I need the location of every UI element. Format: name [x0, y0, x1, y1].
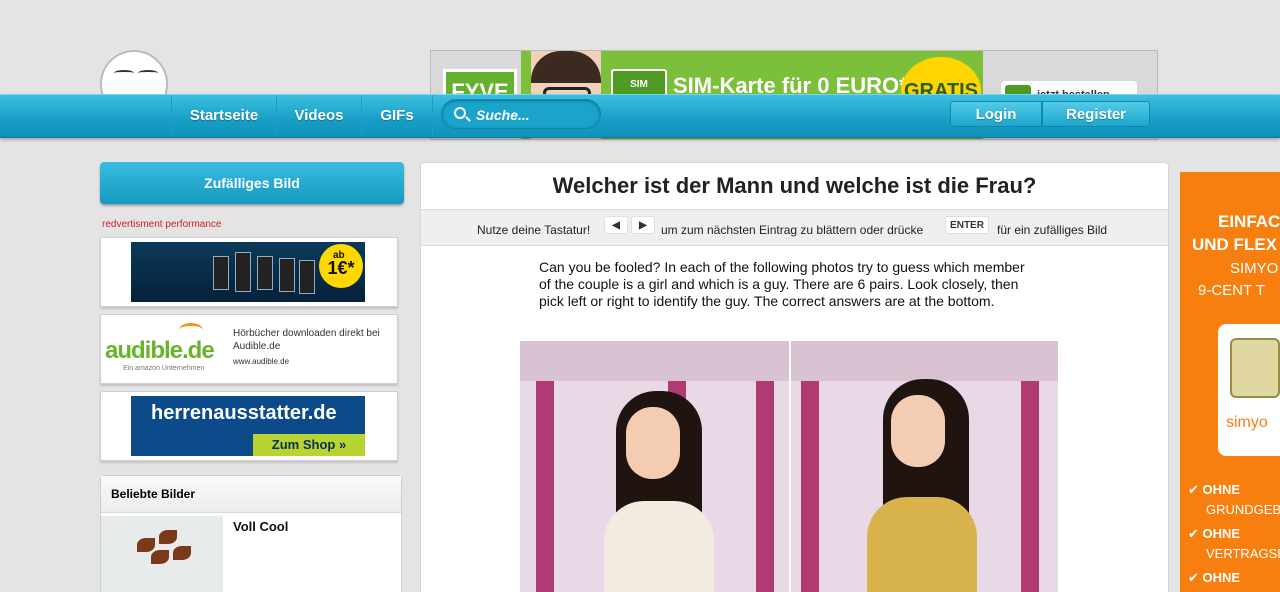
- next-key[interactable]: ▶: [631, 216, 655, 234]
- photo-right: [791, 341, 1058, 592]
- logo-eye-left: [114, 70, 134, 76]
- sim-card-image: simyo: [1218, 324, 1280, 456]
- right-ad-bullet-sub: VERTRAGSB: [1206, 546, 1280, 561]
- leaf-shape: [173, 546, 191, 560]
- phone-image: [279, 258, 295, 292]
- photo-divider: [789, 341, 791, 592]
- search-input[interactable]: [476, 104, 592, 126]
- person-face: [626, 407, 680, 479]
- photo-left: [520, 341, 789, 592]
- right-skyscraper-ad[interactable]: EINFAC UND FLEX SIMYO 9-CENT T simyo ✔ O…: [1180, 172, 1280, 592]
- kbd-hint-suffix: für ein zufälliges Bild: [997, 223, 1108, 237]
- post-intro: Can you be fooled? In each of the follow…: [539, 259, 1025, 309]
- price-prefix: ab: [333, 250, 345, 261]
- leaf-shape: [159, 530, 177, 544]
- post-content: Welcher ist der Mann und welche ist die …: [420, 162, 1169, 592]
- post-photo[interactable]: [520, 341, 1058, 592]
- right-ad-line1: EINFAC: [1218, 212, 1280, 231]
- photo-pillar: [756, 381, 774, 592]
- price-badge: ab 1€*: [319, 244, 363, 288]
- nav-videos[interactable]: Videos: [276, 95, 361, 137]
- enter-key[interactable]: ENTER: [945, 216, 989, 234]
- person-body: [604, 501, 714, 592]
- prev-key[interactable]: ◀: [604, 216, 628, 234]
- person-body: [867, 497, 977, 592]
- shop-button[interactable]: Zum Shop »: [253, 434, 365, 456]
- phone-image: [213, 256, 229, 290]
- leaf-shape: [151, 550, 169, 564]
- photo-pillar: [536, 381, 554, 592]
- audible-logo: audible.de: [105, 337, 215, 364]
- kbd-hint-prefix: Nutze deine Tastatur!: [477, 223, 591, 237]
- right-ad-bullet: ✔ OHNE: [1188, 482, 1241, 497]
- leaf-shape: [137, 538, 155, 552]
- right-ad-bullet-sub: GRUNDGEBÜ: [1206, 502, 1280, 517]
- phones-banner: ab 1€*: [131, 242, 365, 302]
- sidebar-ad-audible[interactable]: audible.de Ein amazon Unternehmen Hörbüc…: [100, 314, 398, 384]
- kbd-hint-middle: um zum nächsten Eintrag zu blättern oder…: [661, 223, 924, 237]
- sim-brand: simyo: [1226, 414, 1268, 431]
- photo-ceiling: [520, 341, 789, 381]
- logo-eye-right: [138, 70, 158, 76]
- nav-gifs[interactable]: GIFs: [361, 95, 433, 137]
- sim-chip-icon: [1230, 338, 1280, 398]
- audible-url[interactable]: www.audible.de: [233, 357, 289, 366]
- login-button[interactable]: Login: [950, 101, 1042, 127]
- right-ad-bullet: ✔ OHNE: [1188, 526, 1241, 541]
- right-ad-line3: SIMYO: [1230, 260, 1279, 277]
- ad-label[interactable]: redvertisment performance: [102, 219, 222, 230]
- herrenausstatter-banner: herrenausstatter.de Zum Shop »: [131, 396, 365, 456]
- right-ad-line4: 9-CENT T: [1198, 282, 1265, 299]
- popular-thumbnail[interactable]: [101, 516, 223, 592]
- popular-item-title[interactable]: Voll Cool: [233, 519, 288, 534]
- phone-image: [257, 256, 273, 290]
- phone-image: [299, 260, 315, 294]
- right-ad-bullet: ✔ OHNE: [1188, 570, 1241, 585]
- search-icon: [454, 107, 466, 119]
- herrenausstatter-name: herrenausstatter.de: [151, 402, 337, 424]
- nav-startseite[interactable]: Startseite: [171, 95, 276, 137]
- main-nav: Startseite Videos GIFs Login Register: [0, 94, 1280, 138]
- popular-images-panel: Beliebte Bilder Voll Cool: [100, 475, 402, 592]
- person-face: [891, 395, 945, 467]
- keyboard-hint-bar: Nutze deine Tastatur! ◀ ▶ um zum nächste…: [421, 209, 1168, 246]
- post-title: Welcher ist der Mann und welche ist die …: [552, 173, 1037, 198]
- right-ad-line2: UND FLEX: [1192, 235, 1277, 254]
- sim-tag: SIM KARTE: [611, 69, 667, 118]
- random-image-button[interactable]: Zufälliges Bild: [100, 162, 404, 204]
- audible-text: Hörbücher downloaden direkt bei Audible.…: [233, 328, 380, 352]
- audible-waves-icon: [179, 323, 203, 337]
- sidebar-ad-phones[interactable]: ab 1€*: [100, 237, 398, 307]
- photo-pillar: [801, 381, 819, 592]
- sidebar-ad-herrenausstatter[interactable]: herrenausstatter.de Zum Shop »: [100, 391, 398, 461]
- search-box[interactable]: [441, 99, 601, 129]
- photo-ceiling: [791, 341, 1058, 381]
- popular-header: Beliebte Bilder: [101, 476, 401, 513]
- photo-pillar: [1021, 381, 1039, 592]
- phone-image: [235, 252, 251, 292]
- register-button[interactable]: Register: [1042, 101, 1150, 127]
- audible-sub: Ein amazon Unternehmen: [123, 365, 205, 372]
